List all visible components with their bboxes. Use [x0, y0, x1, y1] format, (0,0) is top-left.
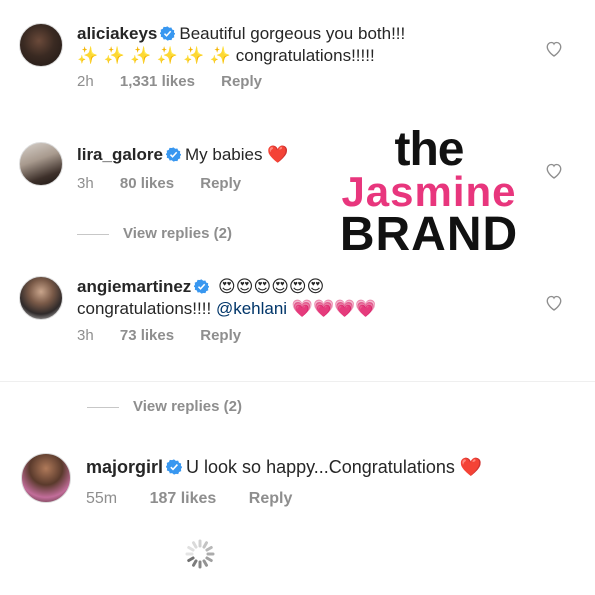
- likes-count-button[interactable]: 73 likes: [120, 327, 174, 344]
- comment-time: 3h: [77, 175, 94, 192]
- comment-time: 55m: [86, 490, 118, 507]
- watermark-line-jasmine: Jasmine: [341, 168, 517, 215]
- reply-button[interactable]: Reply: [249, 490, 293, 507]
- view-replies-label: View replies (2): [123, 225, 232, 242]
- comment-text: angiemartinez 😍😍😍😍😍😍 congratulations!!!!…: [77, 276, 517, 320]
- comment-body: U look so happy...Congratulations: [186, 457, 455, 477]
- red-heart-emoji: ❤️: [267, 145, 289, 165]
- comment-meta: 3h 73 likes Reply: [77, 327, 263, 344]
- comment-text: lira_galore My babies ❤️: [77, 144, 288, 166]
- comment-majorgirl: majorgirl U look so happy...Congratulatio…: [0, 440, 595, 530]
- comment-meta: 2h 1,331 likes Reply: [77, 73, 284, 90]
- avatar[interactable]: [19, 276, 63, 320]
- pink-heart-emoji: 💗💗💗💗: [291, 299, 377, 319]
- comment-meta: 55m 187 likes Reply: [86, 490, 314, 508]
- watermark-line-the: the: [394, 123, 465, 176]
- comment-time: 2h: [77, 73, 94, 90]
- comment-username[interactable]: majorgirl: [86, 457, 163, 477]
- comment-time: 3h: [77, 327, 94, 344]
- comment-angiemartinez: angiemartinez 😍😍😍😍😍😍 congratulations!!!!…: [0, 255, 595, 380]
- likes-count-button[interactable]: 187 likes: [150, 490, 217, 507]
- watermark-line-brand: BRAND: [339, 208, 519, 261]
- sparkles-emoji: ✨ ✨ ✨ ✨ ✨ ✨: [77, 46, 232, 66]
- comment-username[interactable]: angiemartinez: [77, 277, 191, 296]
- verified-badge-icon: [194, 279, 210, 294]
- comment-aliciakeys: aliciakeys Beautiful gorgeous you both!!!…: [0, 0, 595, 105]
- avatar[interactable]: [19, 142, 63, 186]
- view-replies-divider: [87, 406, 119, 408]
- comment-body-line1: Beautiful gorgeous you both!!!: [179, 24, 406, 43]
- watermark-logo: the Jasmine BRAND: [320, 123, 538, 261]
- likes-count-button[interactable]: 1,331 likes: [120, 73, 195, 90]
- heart-outline-icon[interactable]: [545, 40, 563, 57]
- section-divider: [0, 381, 595, 382]
- reply-button[interactable]: Reply: [221, 73, 262, 90]
- comment-meta: 3h 80 likes Reply: [77, 175, 263, 192]
- view-replies-button[interactable]: View replies (2): [87, 398, 242, 415]
- view-replies-divider: [77, 233, 109, 235]
- comment-username[interactable]: aliciakeys: [77, 24, 157, 43]
- reply-button[interactable]: Reply: [200, 327, 241, 344]
- comment-text: majorgirl U look so happy...Congratulatio…: [86, 456, 482, 479]
- comment-body: My babies: [185, 145, 263, 164]
- verified-badge-icon: [166, 459, 183, 475]
- loading-spinner-icon: [185, 539, 215, 569]
- heart-eyes-emoji: 😍😍😍😍😍😍: [218, 277, 325, 297]
- mention-link[interactable]: @kehlani: [216, 299, 287, 318]
- comment-username[interactable]: lira_galore: [77, 145, 163, 164]
- heart-outline-icon[interactable]: [545, 162, 563, 179]
- heart-outline-icon[interactable]: [545, 294, 563, 311]
- comment-body-line2: congratulations!!!!!: [235, 46, 375, 65]
- red-heart-emoji: ❤️: [459, 457, 483, 478]
- reply-button[interactable]: Reply: [200, 175, 241, 192]
- comment-text: aliciakeys Beautiful gorgeous you both!!!…: [77, 23, 517, 67]
- likes-count-button[interactable]: 80 likes: [120, 175, 174, 192]
- verified-badge-icon: [160, 26, 176, 41]
- comment-body: congratulations!!!!: [77, 299, 212, 318]
- view-replies-button[interactable]: View replies (2): [77, 225, 232, 242]
- avatar[interactable]: [21, 453, 71, 503]
- view-replies-label: View replies (2): [133, 398, 242, 415]
- avatar[interactable]: [19, 23, 63, 67]
- verified-badge-icon: [166, 147, 181, 162]
